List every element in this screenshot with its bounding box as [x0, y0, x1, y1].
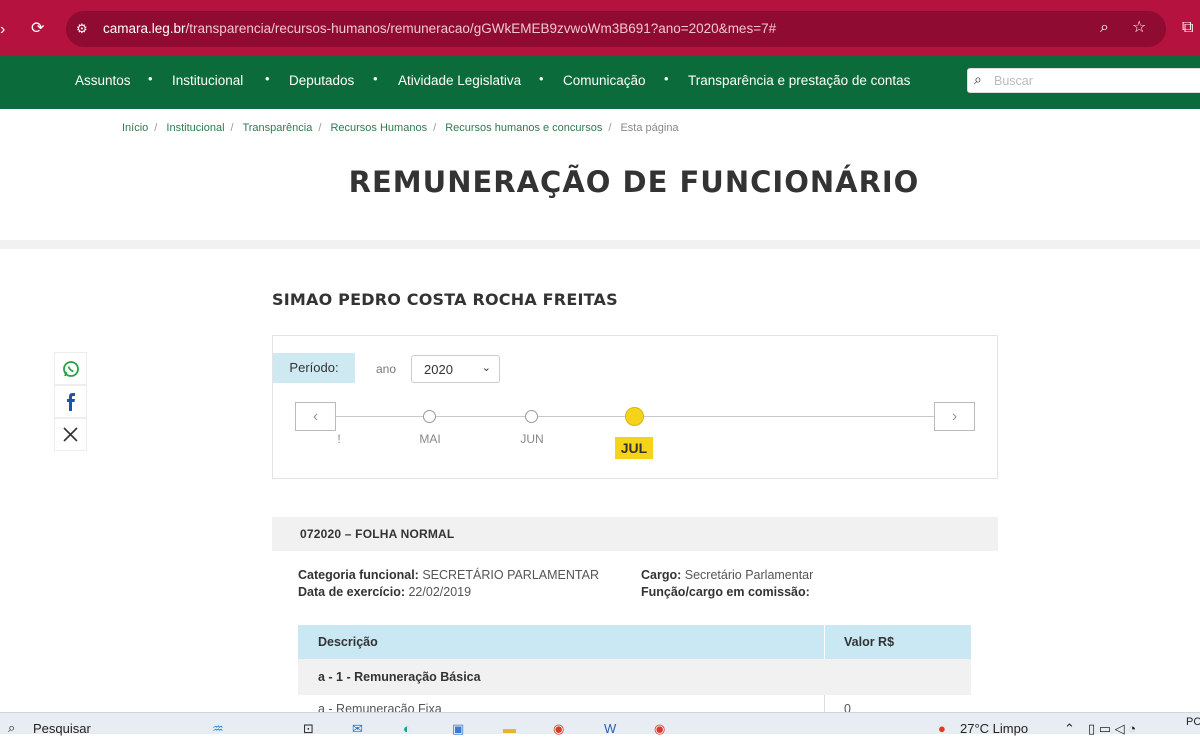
nav-comunicacao[interactable]: Comunicação: [563, 73, 646, 88]
nav-atividade-legislativa[interactable]: Atividade Legislativa: [398, 73, 521, 88]
browser-toolbar: › ⟳ ⚙ camara.leg.br/transparencia/recurs…: [0, 0, 1200, 55]
timeline-node-jul[interactable]: [625, 407, 644, 426]
data-exercicio: Data de exercício: 22/02/2019: [298, 585, 472, 599]
categoria-funcional: Categoria funcional: SECRETÁRIO PARLAMEN…: [298, 568, 599, 582]
site-settings-icon[interactable]: ⚙: [76, 19, 88, 39]
search-icon: ⌕: [974, 71, 982, 87]
timeline-node-jun[interactable]: [525, 410, 538, 423]
funcao-comissao: Função/cargo em comissão:: [641, 585, 810, 599]
nav-assuntos[interactable]: Assuntos: [75, 73, 131, 88]
timeline-label-mai[interactable]: MAI: [410, 432, 450, 446]
nav-separator: •: [148, 71, 153, 86]
timeline-prev-button[interactable]: ‹: [295, 402, 336, 431]
breadcrumb-recursos-humanos[interactable]: Recursos Humanos: [330, 122, 427, 134]
x-icon[interactable]: [54, 418, 87, 451]
period-selector: Período: ano 2020 ⌄ ‹ › ! MAI JUN JUL: [272, 335, 998, 479]
task-view-icon[interactable]: ⊡: [303, 721, 314, 737]
section-divider: [0, 240, 1200, 249]
facebook-icon[interactable]: [54, 385, 87, 418]
timeline-node-mai[interactable]: [423, 410, 436, 423]
page-title: REMUNERAÇÃO DE FUNCIONÁRIO: [348, 165, 920, 199]
timeline-label-jun[interactable]: JUN: [512, 432, 552, 446]
breadcrumb-institucional[interactable]: Institucional: [166, 122, 224, 134]
tray-icons[interactable]: ▯ ▭ ◁ ◔: [1088, 721, 1136, 737]
year-select[interactable]: 2020 ⌄: [411, 355, 500, 383]
column-header-valor: Valor R$: [844, 635, 895, 649]
language-indicator[interactable]: PC: [1186, 716, 1200, 728]
chevron-down-icon: ⌄: [481, 362, 491, 374]
nav-separator: •: [664, 71, 669, 86]
breadcrumb: Início / Institucional / Transparência / Re…: [122, 122, 679, 134]
zoom-icon[interactable]: ⌕: [1100, 18, 1109, 38]
nav-separator: •: [539, 71, 544, 86]
chrome-icon[interactable]: ◉: [654, 721, 665, 737]
share-bar: [54, 352, 87, 452]
breadcrumb-inicio[interactable]: Início: [122, 122, 148, 134]
weather-widget-icon[interactable]: ♒: [212, 721, 224, 737]
nav-separator: •: [373, 71, 378, 86]
search-placeholder: Buscar: [994, 74, 1033, 88]
table-section-row: a - 1 - Remuneração Básica: [298, 659, 971, 695]
extensions-icon[interactable]: ⧉: [1182, 18, 1193, 38]
nav-institucional[interactable]: Institucional: [172, 73, 243, 88]
timeline-next-button[interactable]: ›: [934, 402, 975, 431]
timeline-label-jul[interactable]: JUL: [615, 437, 653, 459]
tray-chevron-icon[interactable]: ⌃: [1064, 721, 1075, 737]
payroll-header: 072020 – FOLHA NORMAL: [272, 517, 998, 551]
store-icon[interactable]: ▣: [452, 721, 464, 737]
nav-deputados[interactable]: Deputados: [289, 73, 354, 88]
breadcrumb-current: Esta página: [620, 122, 679, 134]
nav-separator: •: [265, 71, 270, 86]
breadcrumb-transparencia[interactable]: Transparência: [242, 122, 312, 134]
column-header-descricao: Descrição: [318, 635, 378, 649]
url-text[interactable]: camara.leg.br/transparencia/recursos-hum…: [103, 21, 776, 36]
payroll-title: 072020 – FOLHA NORMAL: [300, 527, 455, 541]
chrome-icon[interactable]: ◉: [553, 721, 564, 737]
column-divider: [824, 625, 825, 659]
whatsapp-icon[interactable]: [54, 352, 87, 385]
employee-name: SIMAO PEDRO COSTA ROCHA FREITAS: [272, 290, 618, 309]
breadcrumb-rh-concursos[interactable]: Recursos humanos e concursos: [445, 122, 602, 134]
period-label: Período:: [273, 353, 355, 383]
forward-icon[interactable]: ›: [0, 20, 5, 40]
bookmark-star-icon[interactable]: ☆: [1132, 18, 1146, 38]
nav-transparencia[interactable]: Transparência e prestação de contas: [688, 73, 910, 88]
table-header: Descrição Valor R$: [298, 625, 971, 659]
mail-icon[interactable]: ✉: [352, 721, 363, 737]
search-input[interactable]: ⌕ Buscar: [967, 68, 1200, 93]
section-label: a - 1 - Remuneração Básica: [318, 670, 481, 684]
taskbar: ⌕ Pesquisar ♒ ⊡ ✉ ◐ ▣ ▬ ◉ W ◉ ● 27°C Lim…: [0, 712, 1200, 737]
year-label: ano: [376, 362, 397, 376]
reload-icon[interactable]: ⟳: [31, 19, 44, 39]
timeline-label-prev[interactable]: !: [319, 432, 359, 446]
cargo: Cargo: Secretário Parlamentar: [641, 568, 814, 582]
